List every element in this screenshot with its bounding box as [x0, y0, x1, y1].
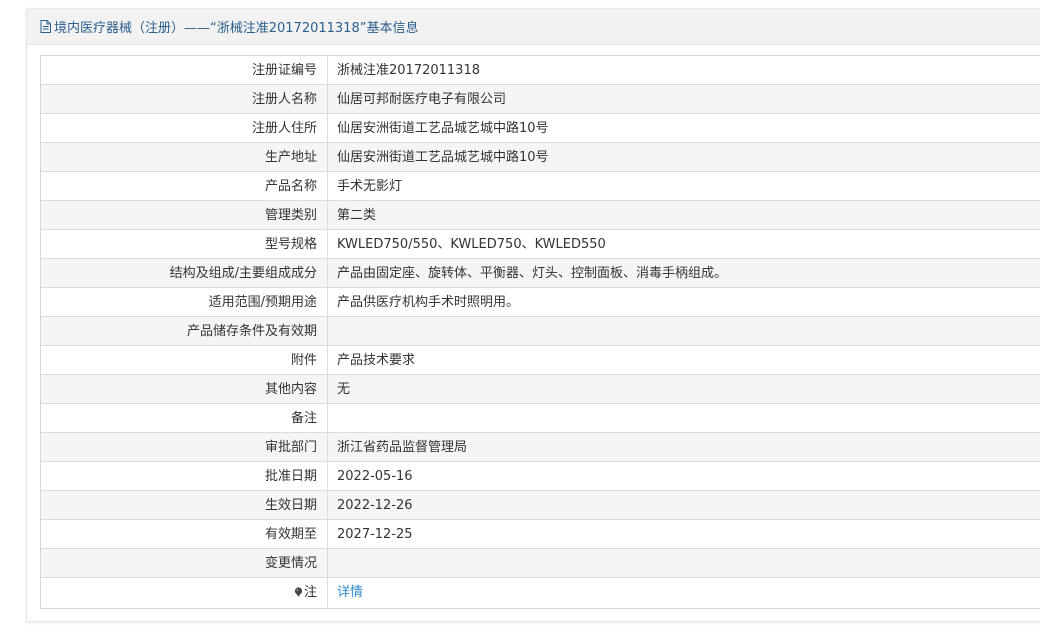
row-label: 注册人住所	[41, 114, 328, 142]
info-table: 注册证编号 浙械注准20172011318 注册人名称 仙居可邦耐医疗电子有限公司 注册…	[40, 55, 1040, 609]
note-row: 注 详情	[41, 578, 1040, 608]
table-row: 产品名称 手术无影灯	[41, 172, 1040, 201]
table-row: 变更情况	[41, 549, 1040, 578]
row-value: 仙居安洲街道工艺品城艺城中路10号	[337, 121, 549, 136]
panel-header: 境内医疗器械（注册）——“浙械注准20172011318”基本信息	[27, 9, 1040, 45]
row-label: 适用范围/预期用途	[41, 288, 328, 316]
row-label: 注册证编号	[41, 56, 328, 84]
row-label: 注册人名称	[41, 85, 328, 113]
table-row: 附件 产品技术要求	[41, 346, 1040, 375]
row-value: KWLED750/550、KWLED750、KWLED550	[337, 237, 606, 252]
row-value: 2022-05-16	[337, 469, 413, 484]
info-panel: 境内医疗器械（注册）——“浙械注准20172011318”基本信息 注册证编号浙…	[26, 8, 1040, 622]
row-label: 其他内容	[41, 375, 328, 403]
table-row: 适用范围/预期用途 产品供医疗机构手术时照明用。	[41, 288, 1040, 317]
note-label-text: 注	[303, 585, 317, 600]
row-value: 仙居安洲街道工艺品城艺城中路10号	[337, 150, 549, 165]
table-row: 结构及组成/主要组成成分 产品由固定座、旋转体、平衡器、灯头、控制面板、消毒手柄组…	[41, 259, 1040, 288]
row-label: 变更情况	[41, 549, 328, 577]
table-row: 批准日期 2022-05-16	[41, 462, 1040, 491]
row-value: 无	[337, 382, 351, 397]
row-value	[328, 549, 1040, 577]
row-value: 仙居可邦耐医疗电子有限公司	[337, 92, 507, 107]
document-icon	[40, 20, 51, 33]
row-value: 2022-12-26	[337, 498, 413, 513]
row-label: 管理类别	[41, 201, 328, 229]
note-label: 注	[41, 578, 328, 608]
row-value	[328, 317, 1040, 345]
row-label: 生效日期	[41, 491, 328, 519]
panel-title: 境内医疗器械（注册）——“浙械注准20172011318”基本信息	[54, 21, 419, 36]
row-label: 型号规格	[41, 230, 328, 258]
row-label: 有效期至	[41, 520, 328, 548]
row-value: 产品技术要求	[337, 353, 416, 368]
table-row: 生效日期 2022-12-26	[41, 491, 1040, 520]
table-row: 注册人名称 仙居可邦耐医疗电子有限公司	[41, 85, 1040, 114]
table-row: 产品储存条件及有效期	[41, 317, 1040, 346]
row-label: 附件	[41, 346, 328, 374]
table-row: 其他内容无	[41, 375, 1040, 404]
table-row: 备注	[41, 404, 1040, 433]
table-row: 生产地址 仙居安洲街道工艺品城艺城中路10号	[41, 143, 1040, 172]
row-value: 第二类	[337, 208, 377, 223]
row-value: 浙江省药品监督管理局	[337, 440, 468, 455]
row-value	[328, 404, 1040, 432]
row-label: 备注	[41, 404, 328, 432]
table-row: 审批部门 浙江省药品监督管理局	[41, 433, 1040, 462]
row-value: 2027-12-25	[337, 527, 413, 542]
row-label: 产品储存条件及有效期	[41, 317, 328, 345]
row-value: 产品供医疗机构手术时照明用。	[337, 295, 520, 310]
row-label: 生产地址	[41, 143, 328, 171]
details-link[interactable]: 详情	[337, 585, 363, 600]
table-row: 注册证编号 浙械注准20172011318	[41, 56, 1040, 85]
table-row: 管理类别 第二类	[41, 201, 1040, 230]
row-label: 批准日期	[41, 462, 328, 490]
pin-icon	[294, 587, 303, 597]
table-row: 注册人住所 仙居安洲街道工艺品城艺城中路10号	[41, 114, 1040, 143]
row-value: 产品由固定座、旋转体、平衡器、灯头、控制面板、消毒手柄组成。	[337, 266, 728, 281]
table-row: 型号规格 KWLED750/550、KWLED750、KWLED550	[41, 230, 1040, 259]
table-row: 有效期至 2027-12-25	[41, 520, 1040, 549]
row-label: 产品名称	[41, 172, 328, 200]
row-value: 手术无影灯	[337, 179, 403, 194]
note-value: 详情	[328, 578, 1040, 608]
row-label: 审批部门	[41, 433, 328, 461]
row-label: 结构及组成/主要组成成分	[41, 259, 328, 287]
row-value: 浙械注准20172011318	[337, 63, 480, 78]
